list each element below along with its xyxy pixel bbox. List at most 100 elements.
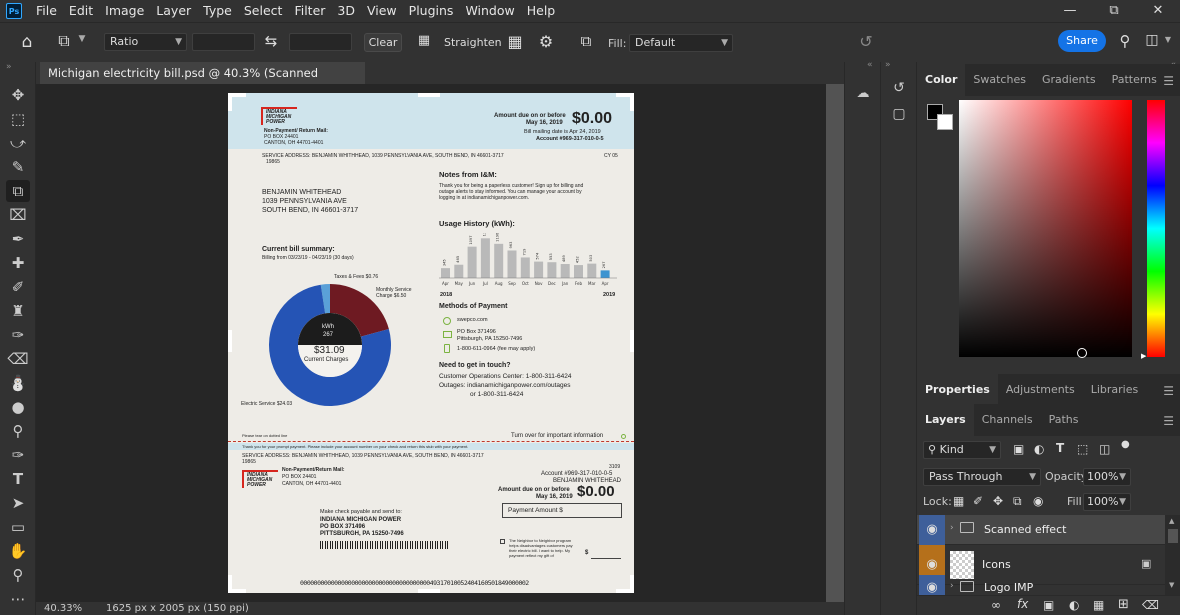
history-panel-icon[interactable]: ↺ [887,76,911,100]
rectangle-tool-icon[interactable]: ▭ [6,516,30,538]
shape-filter-icon[interactable]: ⬚ [1077,442,1088,456]
more-tools-icon[interactable]: ⋯ [6,588,30,610]
eraser-tool-icon[interactable]: ⌫ [6,348,30,370]
crop-tool-icon[interactable]: ⧉ [6,180,30,202]
clear-button[interactable]: Clear [364,33,402,52]
chevron-right-icon[interactable]: › [232,602,236,613]
menu-view[interactable]: View [361,0,403,22]
scrollbar-thumb[interactable] [1168,529,1178,543]
fill-select[interactable]: Default ▼ [629,34,733,52]
lock-transparent-icon[interactable]: ▦ [953,494,964,508]
home-icon[interactable]: ⌂ [16,32,38,52]
adjustment-filter-icon[interactable]: ◐ [1034,442,1044,456]
menu-plugins[interactable]: Plugins [403,0,460,22]
new-layer-icon[interactable]: ⊞ [1118,597,1129,612]
hand-tool-icon[interactable]: ✋ [6,540,30,562]
width-input[interactable] [192,33,255,51]
comments-panel-icon[interactable]: ▢ [887,102,911,126]
undo-icon[interactable]: ↺ [856,32,876,51]
tab-adjustments[interactable]: Adjustments [998,374,1083,406]
menu-filter[interactable]: Filter [288,0,331,22]
frame-tool-icon[interactable]: ⌧ [6,204,30,226]
zoom-tool-icon[interactable]: ⚲ [6,564,30,586]
zoom-level[interactable]: 40.33% [44,603,82,614]
scroll-up-icon[interactable]: ▲ [1169,517,1174,525]
crop-handle-bottom-right-v[interactable] [630,575,634,593]
add-mask-icon[interactable]: ▣ [1043,598,1054,612]
crop-handle-right[interactable] [630,330,634,352]
ratio-select[interactable]: Ratio ▼ [104,33,187,51]
brush-tool-icon[interactable]: ✐ [6,276,30,298]
blur-tool-icon[interactable]: ● [6,396,30,418]
history-brush-tool-icon[interactable]: ✑ [6,324,30,346]
color-picker-field[interactable] [959,100,1132,358]
straighten-label[interactable]: Straighten [444,36,502,49]
collapse-icon[interactable]: » [6,62,12,72]
collapse-icon[interactable]: » [885,60,891,70]
libraries-panel-icon[interactable]: ☁ [851,82,875,106]
smart-object-filter-icon[interactable]: ◫ [1099,442,1110,456]
gear-icon[interactable]: ⚙ [536,32,556,51]
collapse-icon[interactable]: « [867,60,873,70]
workspace-icon[interactable]: ◫ [1142,32,1162,48]
lasso-tool-icon[interactable]: ⤻ [6,132,30,154]
layers-scrollbar[interactable]: ▲ ▼ [1165,515,1180,595]
adjustment-layer-icon[interactable]: ◐ [1069,598,1079,612]
menu-edit[interactable]: Edit [63,0,99,22]
menu-help[interactable]: Help [521,0,562,22]
crop-tool-icon[interactable]: ⧉ [54,31,74,51]
opacity-input[interactable]: 100% ▼ [1083,468,1131,486]
pen-tool-icon[interactable]: ✑ [6,444,30,466]
tab-patterns[interactable]: Patterns [1104,64,1165,96]
search-icon[interactable]: ⚲ [1115,32,1135,50]
eye-icon[interactable]: ◉ [919,515,945,545]
restore-icon[interactable]: ⧉ [1092,0,1136,22]
layer-name[interactable]: Scanned effect [984,523,1066,536]
lock-image-icon[interactable]: ✐ [973,494,983,508]
chevron-right-icon[interactable]: › [950,523,954,533]
document-info[interactable]: 1625 px x 2005 px (150 ppi) [106,603,249,614]
tab-layers[interactable]: Layers [917,404,974,436]
menu-image[interactable]: Image [99,0,150,22]
swap-icon[interactable]: ⇆ [262,32,280,50]
close-window-icon[interactable]: ✕ [1136,0,1180,22]
layer-name[interactable]: Icons [982,558,1011,571]
trash-icon[interactable]: ⌫ [1142,598,1159,612]
tab-paths[interactable]: Paths [1041,404,1087,436]
chevron-down-icon[interactable]: ▼ [1162,35,1174,44]
tab-libraries[interactable]: Libraries [1083,374,1147,406]
document-canvas[interactable]: INDIANA MICHIGAN POWER Non-Payment/ Retu… [228,93,634,593]
pixel-filter-icon[interactable]: ▣ [1013,442,1024,456]
kind-filter-select[interactable]: ⚲ Kind ▼ [923,441,1001,459]
panel-menu-icon[interactable]: ☰ [1163,74,1174,88]
dodge-tool-icon[interactable]: ⚲ [6,420,30,442]
stamp-tool-icon[interactable]: ♜ [6,300,30,322]
height-input[interactable] [289,33,352,51]
crop-handle-top[interactable] [418,93,440,97]
type-filter-icon[interactable]: T [1056,441,1064,455]
chevron-right-icon[interactable]: › [950,581,954,591]
eyedropper-tool-icon[interactable]: ✒ [6,228,30,250]
menu-3d[interactable]: 3D [331,0,361,22]
tab-gradients[interactable]: Gradients [1034,64,1104,96]
straighten-icon[interactable]: ▦ [414,33,434,48]
tab-properties[interactable]: Properties [917,374,998,406]
move-tool-icon[interactable]: ✥ [6,84,30,106]
type-tool-icon[interactable]: T [6,468,30,490]
hue-slider[interactable] [1147,100,1165,357]
tab-color[interactable]: Color [917,64,966,96]
lock-position-icon[interactable]: ✥ [993,494,1003,508]
marquee-tool-icon[interactable]: ⬚ [6,108,30,130]
document-tab[interactable]: Michigan electricity bill.psd @ 40.3% (S… [40,62,365,102]
minimize-icon[interactable]: — [1048,0,1092,22]
share-button[interactable]: Share [1058,30,1106,52]
scroll-down-icon[interactable]: ▼ [1169,581,1174,589]
layer-name[interactable]: Logo IMP [984,581,1033,594]
layer-row[interactable]: ◉ › Scanned effect [917,515,1165,545]
menu-window[interactable]: Window [459,0,520,22]
lock-all-icon[interactable]: ◉ [1033,494,1043,508]
crop-handle-bottom[interactable] [418,589,440,593]
crop-handle-left[interactable] [228,330,232,352]
tab-swatches[interactable]: Swatches [965,64,1034,96]
tab-channels[interactable]: Channels [974,404,1041,436]
